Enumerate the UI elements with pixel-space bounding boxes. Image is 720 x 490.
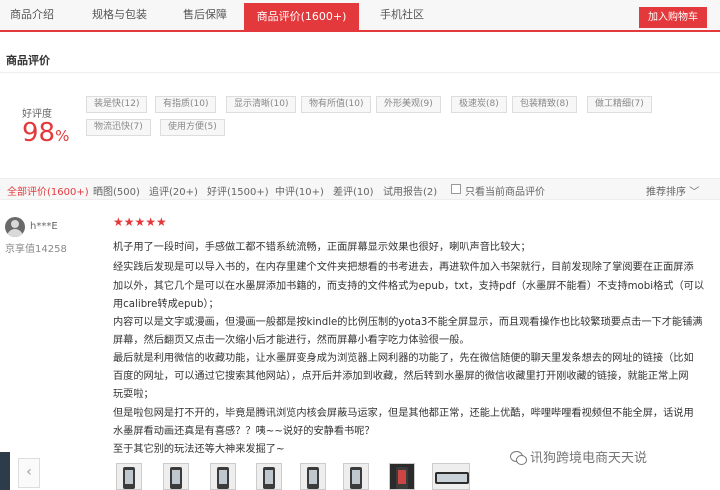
section-title: 商品评价 [6,54,50,67]
review-tag[interactable]: 外形美观(9) [376,96,441,113]
review-tag[interactable]: 有指质(10) [155,96,217,113]
review-text-line: 经实践后发现是可以导入书的，在内存里建个文件夹把想看的书考进去，再进软件加入书架… [113,262,694,273]
filter-neutral[interactable]: 中评(10+) [275,183,324,198]
review-filter-bar: 全部评价(1600+) 晒图(500) 追评(20+) 好评(1500+) 中评… [0,178,720,200]
filter-with-photos[interactable]: 晒图(500) [93,183,140,198]
filter-all[interactable]: 全部评价(1600+) [7,183,89,198]
review-text-line: 加以外，其它几个是可以在水墨屏添加书籍的，而支持的文件格式为epub，txt，支… [113,281,705,292]
review-text-line: 内容可以是文字或漫画，但漫画一般都是按kindle的比例压制的yota3不能全屏… [113,317,703,328]
review-text-line: 屏幕，然后翻页又点击一次缩小后才能进行，然而屏幕小看字吃力体验很一般。 [113,335,470,346]
good-rate-number: 98 [22,118,56,148]
review-text-line: 用calibre转成epub）； [113,299,219,310]
review-tag[interactable]: 装是快(12) [86,96,148,113]
review-photo-thumbnail[interactable] [343,463,369,490]
review-photo-thumbnail[interactable] [432,463,470,490]
review-tag[interactable]: 物有所值(10) [301,96,372,113]
review-photo-thumbnail[interactable] [300,463,326,490]
wechat-icon [510,451,527,465]
review-photo-thumbnail[interactable] [163,463,189,490]
sort-label: 推荐排序 [646,187,686,198]
review-text-line: 机子用了一段时间，手感做工都不错系统流畅，正面屏幕显示效果也很好，喇叭声音比较大… [113,242,531,253]
tab-product-reviews[interactable]: 商品评价(1600+) [244,3,359,30]
review-tag[interactable]: 极速炭(8) [451,96,507,113]
previous-image-button[interactable]: ‹ [18,458,40,488]
avatar[interactable] [5,217,25,237]
review-photo-thumbnail[interactable] [389,463,415,490]
review-tag[interactable]: 包装精致(8) [512,96,577,113]
product-image-edge [0,452,10,490]
star-rating: ★★★★★ [113,215,167,229]
review-text-line: 至于其它别的玩法还等大神来发掘了~ [113,444,285,455]
sort-dropdown[interactable]: 推荐排序 ﹀ [646,183,699,198]
filter-trial-report[interactable]: 试用报告(2) [383,183,437,198]
chevron-left-icon: ‹ [26,464,32,480]
watermark-text: 讯狗跨境电商天天说 [530,451,648,466]
current-product-checkbox[interactable] [451,184,461,194]
review-tag[interactable]: 做工精细(7) [587,96,652,113]
reviewer-level: 京享值14258 [5,244,67,255]
review-text-line: 但是啦包网是打不开的，毕竟是腾讯浏览内核会屏蔽马运家，但是其他都正常，还能上优酷… [113,408,694,419]
reviewer-name: h***E [30,221,58,232]
review-tag[interactable]: 使用方便(5) [160,119,225,136]
product-tab-bar: 商品介绍 规格与包装 售后保障 商品评价(1600+) 手机社区 加入购物车 [0,0,720,32]
filter-negative[interactable]: 差评(10) [333,183,374,198]
review-text-line: 水墨屏看动画还真是有喜感？？咦~~说好的安静看书呢？ [113,426,375,437]
review-tag[interactable]: 显示清晰(10) [226,96,297,113]
tab-phone-community[interactable]: 手机社区 [380,6,424,22]
good-rate-unit: % [55,127,70,145]
review-photo-thumbnail[interactable] [210,463,236,490]
review-text-line: 百度的网址，可以通过它搜索其他网站），点开后并添加到收藏，然后转到水墨屏的微信收… [113,371,689,382]
filter-follow-up[interactable]: 追评(20+) [149,183,198,198]
add-to-cart-button[interactable]: 加入购物车 [639,7,707,28]
review-text-line: 最后就是利用微信的收藏功能，让水墨屏变身成为浏览器上网利器的功能了，先在微信随便… [113,353,694,364]
watermark: 讯狗跨境电商天天说 [510,447,647,466]
tab-after-sales[interactable]: 售后保障 [183,6,227,22]
review-photo-thumbnail[interactable] [116,463,142,490]
current-product-only-label[interactable]: 只看当前商品评价 [465,183,545,198]
divider [0,72,720,73]
good-rate-value: 98% [22,118,69,148]
review-photo-thumbnail[interactable] [256,463,282,490]
filter-positive[interactable]: 好评(1500+) [207,183,269,198]
review-text-line: 玩耍啦； [113,389,154,400]
review-tag[interactable]: 物流迅快(7) [86,119,151,136]
tab-product-intro[interactable]: 商品介绍 [10,6,54,22]
tab-specs-packaging[interactable]: 规格与包装 [92,6,147,22]
chevron-down-icon: ﹀ [689,187,700,198]
